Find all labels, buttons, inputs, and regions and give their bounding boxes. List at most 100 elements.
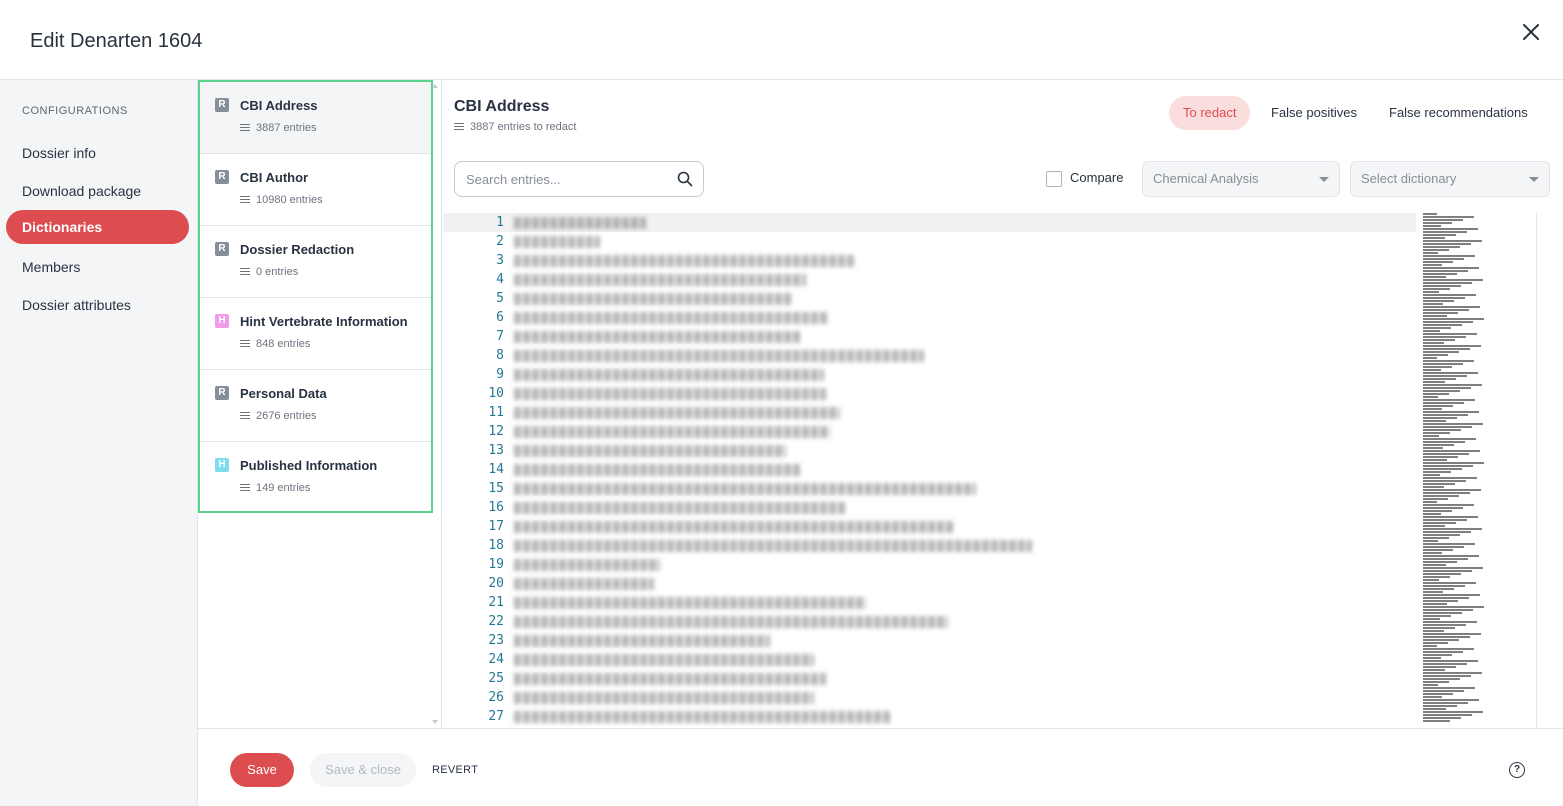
minimap-line	[1423, 567, 1483, 569]
minimap-line	[1423, 297, 1465, 299]
dictionary-item-cbi-author[interactable]: R CBI Author 10980 entries	[200, 154, 431, 226]
editor-line[interactable]: 3	[443, 251, 1563, 270]
minimap-line	[1423, 318, 1484, 320]
dictionary-item-published-information[interactable]: H Published Information 149 entries	[200, 442, 431, 514]
scroll-up-arrow-icon[interactable]	[432, 84, 438, 88]
revert-button[interactable]: REVERT	[432, 753, 478, 787]
compare-checkbox[interactable]	[1046, 170, 1062, 187]
minimap-line	[1423, 597, 1469, 599]
dictionary-item-hint-vertebrate-information[interactable]: H Hint Vertebrate Information 848 entrie…	[200, 298, 431, 370]
editor-line[interactable]: 18	[443, 536, 1563, 555]
minimap-line	[1423, 327, 1451, 329]
dialog-title: Edit Denarten 1604	[30, 30, 203, 52]
dictionary-entry-count: 848 entries	[240, 338, 310, 350]
editor-line[interactable]: 2	[443, 232, 1563, 251]
line-number: 19	[488, 557, 504, 572]
minimap-line	[1423, 426, 1472, 428]
minimap-line	[1423, 555, 1479, 557]
editor-line[interactable]: 5	[443, 289, 1563, 308]
help-icon[interactable]: ?	[1509, 762, 1525, 778]
sidebar-item-download-package[interactable]: Download package	[6, 174, 189, 208]
editor-line[interactable]: 24	[443, 650, 1563, 669]
redacted-line-text	[514, 692, 814, 704]
minimap-line	[1423, 519, 1467, 521]
editor-line[interactable]: 16	[443, 498, 1563, 517]
redacted-line-text	[514, 445, 786, 457]
editor-line[interactable]: 11	[443, 403, 1563, 422]
search-icon[interactable]	[677, 171, 693, 187]
dictionary-editor-area: CBI Address 3887 entries to redact To re…	[443, 80, 1563, 728]
editor-line[interactable]: 1	[443, 213, 1416, 232]
minimap-line	[1423, 564, 1446, 566]
code-editor[interactable]: 1 2 3 4 5 6 7 8 9 10 11 12 13 14 15 16 17 18 19 20 21 22 23 24 2…	[443, 213, 1563, 728]
editor-line[interactable]: 12	[443, 422, 1563, 441]
minimap-line	[1423, 516, 1478, 518]
editor-line[interactable]: 19	[443, 555, 1563, 574]
minimap-line	[1423, 627, 1455, 629]
dictionary-item-cbi-address[interactable]: R CBI Address 3887 entries	[200, 82, 431, 154]
save-and-close-button[interactable]: Save & close	[310, 753, 416, 787]
compare-toggle[interactable]: Compare	[1046, 170, 1123, 187]
editor-line[interactable]: 13	[443, 441, 1563, 460]
minimap-line	[1423, 402, 1464, 404]
redacted-line-text	[514, 635, 770, 647]
tab-false-recommendations[interactable]: False recommendations	[1375, 96, 1542, 130]
editor-line[interactable]: 27	[443, 707, 1563, 726]
editor-line[interactable]: 26	[443, 688, 1563, 707]
minimap-line	[1423, 405, 1453, 407]
minimap-line	[1423, 462, 1484, 464]
editor-line[interactable]: 8	[443, 346, 1563, 365]
editor-line[interactable]: 14	[443, 460, 1563, 479]
minimap-line	[1423, 630, 1444, 632]
editor-minimap[interactable]	[1423, 213, 1503, 728]
save-button[interactable]: Save	[230, 753, 294, 787]
dictionary-item-dossier-redaction[interactable]: R Dossier Redaction 0 entries	[200, 226, 431, 298]
minimap-line	[1423, 351, 1459, 353]
editor-line[interactable]: 17	[443, 517, 1563, 536]
dictionary-item-personal-data[interactable]: R Personal Data 2676 entries	[200, 370, 431, 442]
editor-line[interactable]: 21	[443, 593, 1563, 612]
sidebar-item-dossier-attributes[interactable]: Dossier attributes	[6, 288, 189, 322]
minimap-line	[1423, 552, 1442, 554]
editor-scrollbar[interactable]	[1536, 213, 1550, 728]
minimap-line	[1423, 684, 1438, 686]
dictionary-select[interactable]: Select dictionary	[1350, 161, 1550, 197]
dictionary-name: Dossier Redaction	[240, 242, 355, 257]
template-select[interactable]: Chemical Analysis	[1142, 161, 1340, 197]
redacted-line-text	[514, 502, 846, 514]
tab-to-redact[interactable]: To redact	[1169, 96, 1251, 130]
editor-line[interactable]: 10	[443, 384, 1563, 403]
dictionary-list-scrollbar[interactable]	[431, 80, 439, 728]
editor-line[interactable]: 7	[443, 327, 1563, 346]
minimap-line	[1423, 543, 1475, 545]
editor-line[interactable]: 25	[443, 669, 1563, 688]
tab-false-positives[interactable]: False positives	[1257, 96, 1371, 130]
sidebar-item-dossier-info[interactable]: Dossier info	[6, 136, 189, 170]
minimap-line	[1423, 390, 1460, 392]
redacted-line-text	[514, 426, 830, 438]
sidebar-item-dictionaries[interactable]: Dictionaries	[6, 210, 189, 244]
minimap-line	[1423, 225, 1441, 227]
line-number: 14	[488, 462, 504, 477]
minimap-line	[1423, 480, 1466, 482]
minimap-line	[1423, 357, 1437, 359]
line-number: 7	[496, 329, 504, 344]
minimap-line	[1423, 276, 1446, 278]
redacted-line-text	[514, 407, 840, 419]
editor-line[interactable]: 15	[443, 479, 1563, 498]
dialog-footer: Save Save & close REVERT ?	[198, 728, 1563, 806]
sidebar-item-members[interactable]: Members	[6, 250, 189, 284]
minimap-line	[1423, 321, 1473, 323]
editor-line[interactable]: 23	[443, 631, 1563, 650]
editor-line[interactable]: 4	[443, 270, 1563, 289]
close-icon[interactable]	[1519, 20, 1543, 44]
editor-line[interactable]: 6	[443, 308, 1563, 327]
redaction-type-badge: R	[215, 242, 229, 256]
scroll-down-arrow-icon[interactable]	[432, 720, 438, 724]
editor-line[interactable]: 9	[443, 365, 1563, 384]
editor-line[interactable]: 20	[443, 574, 1563, 593]
minimap-line	[1423, 399, 1475, 401]
search-input[interactable]	[455, 162, 655, 196]
editor-line[interactable]: 22	[443, 612, 1563, 631]
minimap-line	[1423, 615, 1451, 617]
